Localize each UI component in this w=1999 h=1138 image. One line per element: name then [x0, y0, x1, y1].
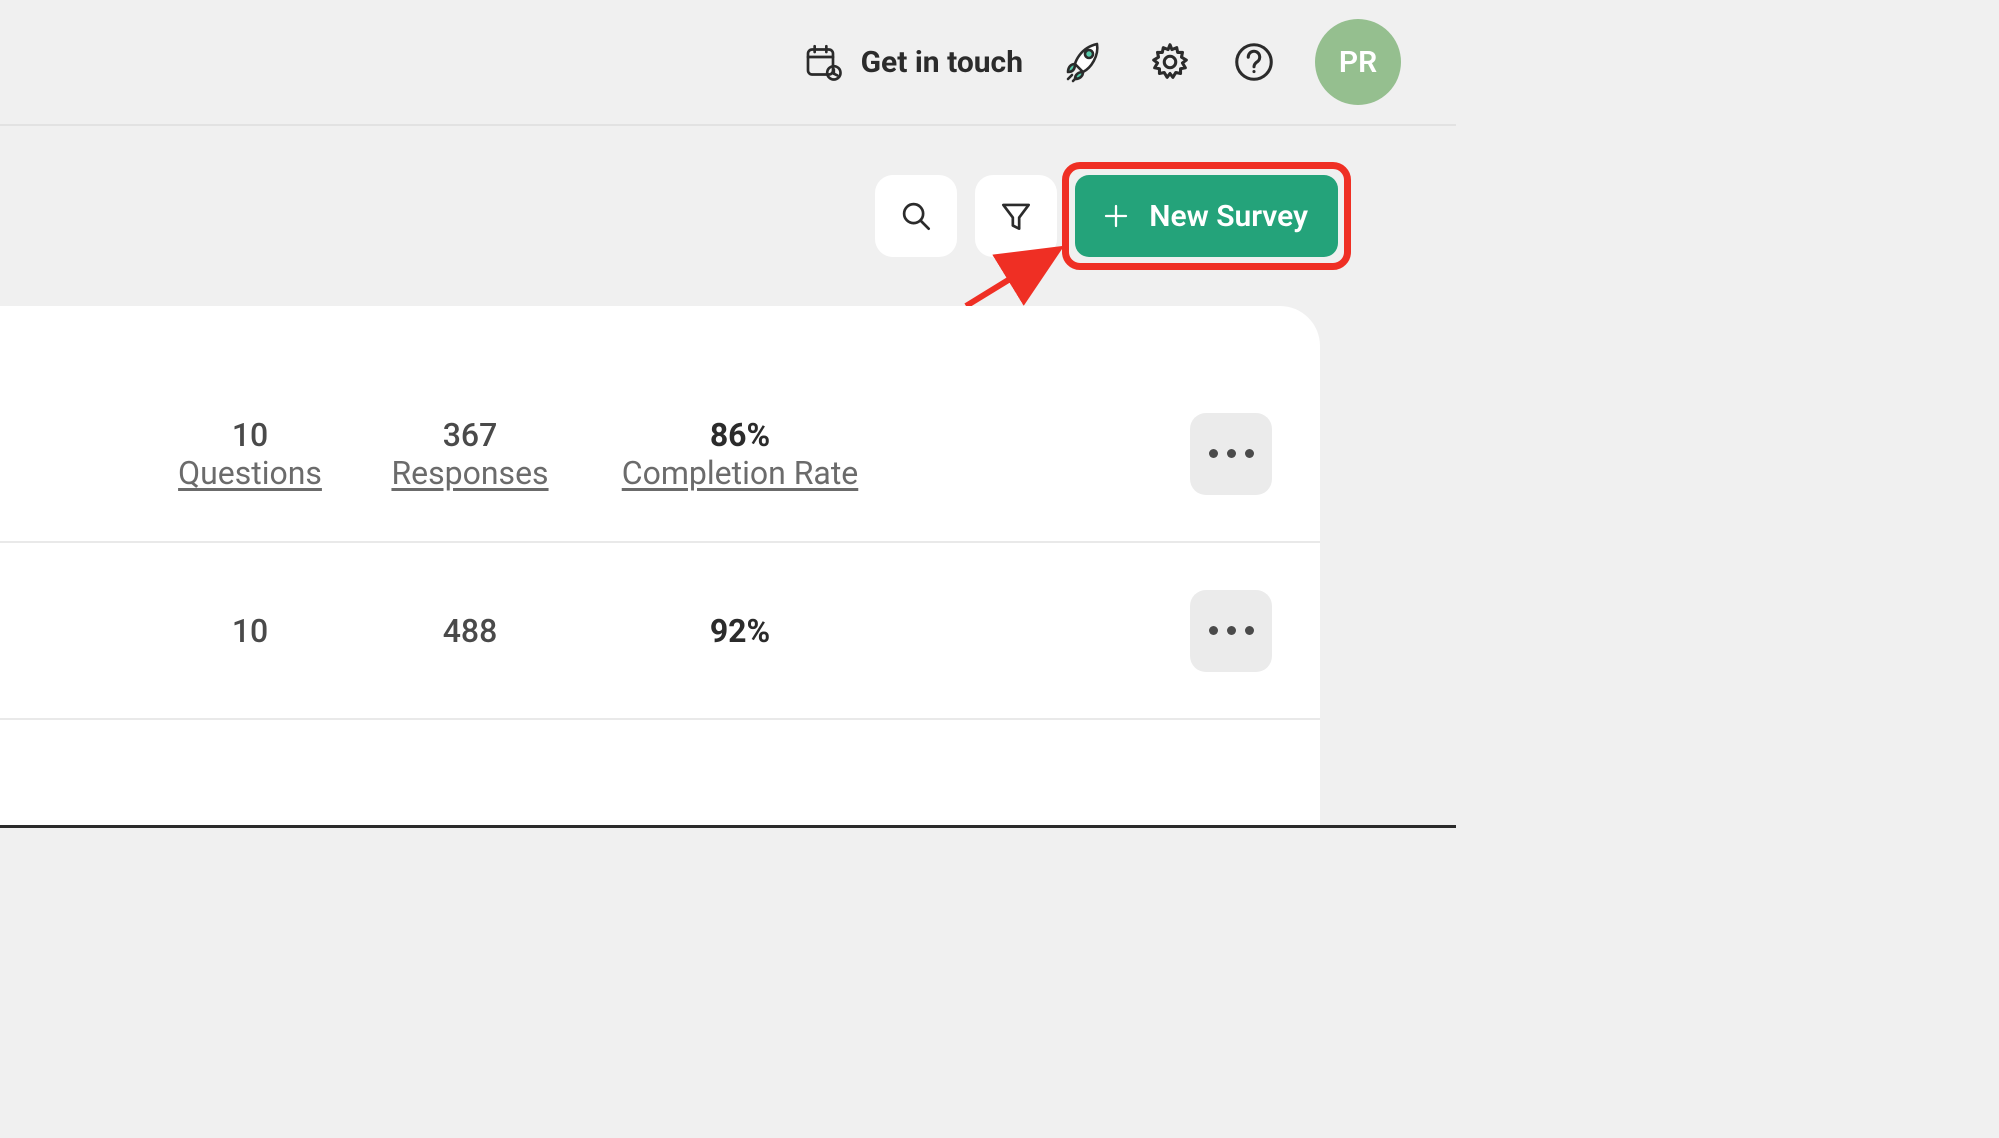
search-icon — [897, 197, 935, 235]
completion-value: 92% — [710, 612, 770, 650]
settings-button[interactable] — [1147, 39, 1193, 85]
avatar[interactable]: PR — [1315, 19, 1401, 105]
list-toolbar: New Survey — [0, 126, 1456, 306]
completion-label[interactable]: Completion Rate — [622, 454, 859, 492]
new-survey-highlight-wrap: New Survey — [1075, 175, 1338, 257]
new-survey-label: New Survey — [1149, 199, 1308, 234]
rocket-icon — [1061, 38, 1109, 86]
avatar-initials: PR — [1339, 45, 1377, 80]
metric-responses: 488 — [350, 612, 590, 650]
questions-label[interactable]: Questions — [178, 454, 322, 492]
app-header: Get in touch — [0, 0, 1456, 126]
questions-value: 10 — [232, 612, 268, 650]
get-in-touch-button[interactable]: Get in touch — [803, 42, 1023, 82]
row-more-button[interactable] — [1190, 413, 1272, 495]
row-more-button[interactable] — [1190, 590, 1272, 672]
survey-row: 10 Questions 367 Responses 86% Completio… — [0, 366, 1320, 541]
metric-completion: 92% — [590, 612, 890, 650]
app-viewport: Get in touch — [0, 0, 1456, 828]
responses-value: 367 — [443, 416, 498, 454]
rocket-button[interactable] — [1061, 38, 1109, 86]
metric-questions: 10 Questions — [150, 416, 350, 492]
completion-value: 86% — [710, 416, 770, 454]
metric-completion: 86% Completion Rate — [590, 416, 890, 492]
new-survey-button[interactable]: New Survey — [1075, 175, 1338, 257]
survey-row: 10 488 92% — [0, 543, 1320, 718]
surveys-card: 10 Questions 367 Responses 86% Completio… — [0, 306, 1320, 826]
filter-icon — [997, 197, 1035, 235]
metric-questions: 10 — [150, 612, 350, 650]
help-icon — [1231, 39, 1277, 85]
responses-label[interactable]: Responses — [391, 454, 548, 492]
get-in-touch-label: Get in touch — [861, 45, 1023, 80]
more-icon — [1209, 449, 1254, 458]
more-icon — [1209, 626, 1254, 635]
calendar-clock-icon — [803, 42, 843, 82]
questions-value: 10 — [232, 416, 268, 454]
help-button[interactable] — [1231, 39, 1277, 85]
filter-button[interactable] — [975, 175, 1057, 257]
responses-value: 488 — [443, 612, 498, 650]
plus-icon — [1101, 201, 1131, 231]
row-divider — [0, 718, 1320, 720]
window-bottom-edge — [0, 825, 1456, 828]
metric-responses: 367 Responses — [350, 416, 590, 492]
gear-icon — [1147, 39, 1193, 85]
search-button[interactable] — [875, 175, 957, 257]
